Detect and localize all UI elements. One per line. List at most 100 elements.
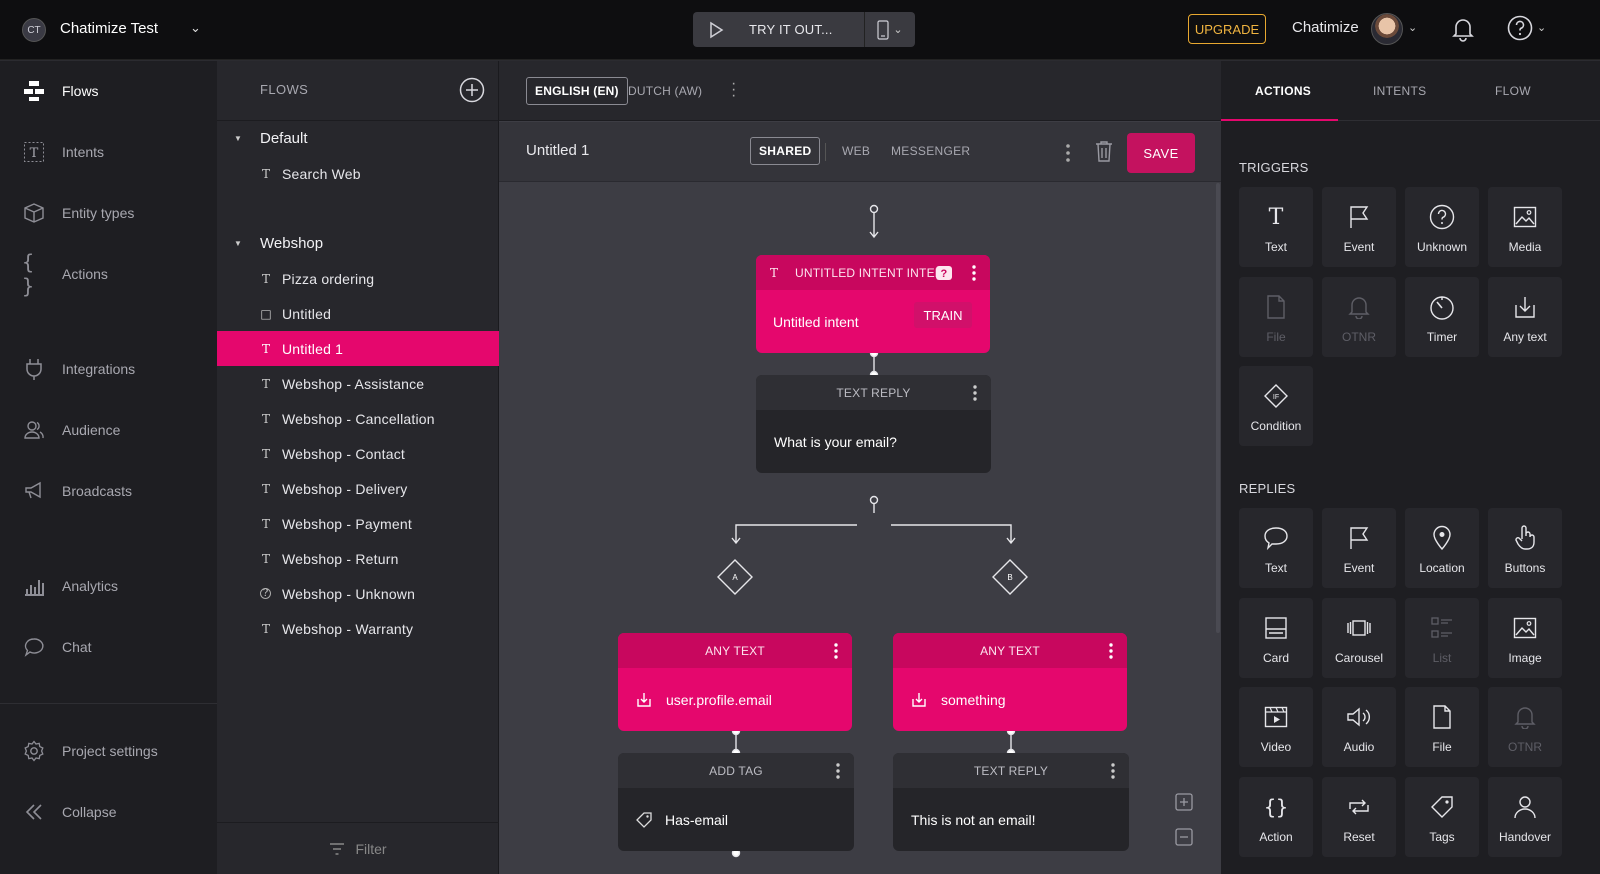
caret-down-icon[interactable]: ▼ xyxy=(234,239,242,248)
zoom-in-icon[interactable] xyxy=(1175,793,1193,811)
flow-item[interactable]: T Webshop - Contact xyxy=(217,436,499,471)
reply-text[interactable]: Text xyxy=(1239,508,1313,588)
intent-node[interactable]: T UNTITLED INTENT INTENT ? Untitled inte… xyxy=(756,255,990,353)
flow-item[interactable]: T Webshop - Payment xyxy=(217,506,499,541)
project-chevron-down-icon[interactable]: ⌄ xyxy=(190,20,201,36)
try-it-out-button[interactable]: TRY IT OUT... xyxy=(693,12,865,47)
project-avatar[interactable]: CT xyxy=(22,18,46,42)
channel-tab-web[interactable]: WEB xyxy=(834,137,878,165)
reply-carousel[interactable]: Carousel xyxy=(1322,598,1396,678)
text-reply-node[interactable]: TEXT REPLY This is not an email! xyxy=(893,753,1129,851)
flow-item[interactable]: T Webshop - Return xyxy=(217,541,499,576)
node-more-icon[interactable] xyxy=(1109,643,1113,659)
channel-tab-messenger[interactable]: MESSENGER xyxy=(883,137,978,165)
nav-item-actions[interactable]: { } Actions xyxy=(0,250,217,298)
reply-buttons[interactable]: Buttons xyxy=(1488,508,1562,588)
node-more-icon[interactable] xyxy=(836,763,840,779)
flow-item[interactable]: T Webshop - Assistance xyxy=(217,366,499,401)
flow-item[interactable]: T Search Web xyxy=(217,156,499,191)
any-text-node-b[interactable]: ANY TEXT something xyxy=(893,633,1127,731)
trigger-media[interactable]: Media xyxy=(1488,187,1562,267)
user-avatar[interactable] xyxy=(1371,13,1403,45)
help-icon[interactable] xyxy=(1506,14,1534,42)
save-button[interactable]: SAVE xyxy=(1127,133,1195,173)
reply-tags[interactable]: Tags xyxy=(1405,777,1479,857)
zoom-out-icon[interactable] xyxy=(1175,828,1193,846)
flow-group-webshop[interactable]: ▼ Webshop xyxy=(217,226,499,261)
more-options-icon[interactable] xyxy=(1066,144,1070,162)
flow-item[interactable]: T Webshop - Cancellation xyxy=(217,401,499,436)
nav-item-integrations[interactable]: Integrations xyxy=(0,349,217,389)
channel-tab-shared[interactable]: SHARED xyxy=(750,137,821,165)
nav-item-chat[interactable]: Chat xyxy=(0,627,217,667)
tab-intents[interactable]: INTENTS xyxy=(1373,84,1426,98)
nav-item-intents[interactable]: T Intents xyxy=(0,132,217,172)
nav-divider xyxy=(0,703,217,704)
reply-video[interactable]: Video xyxy=(1239,687,1313,767)
reply-event[interactable]: Event xyxy=(1322,508,1396,588)
user-name[interactable]: Chatimize xyxy=(1292,19,1359,36)
tile-label: Unknown xyxy=(1416,240,1468,254)
trigger-timer[interactable]: Timer xyxy=(1405,277,1479,357)
upgrade-button[interactable]: UPGRADE xyxy=(1188,14,1266,44)
language-more-icon[interactable]: · · · xyxy=(731,76,736,104)
train-button[interactable]: TRAIN xyxy=(914,302,972,328)
reply-handover[interactable]: Handover xyxy=(1488,777,1562,857)
nav-item-broadcasts[interactable]: Broadcasts xyxy=(0,471,217,511)
text-reply-node[interactable]: TEXT REPLY What is your email? xyxy=(756,375,991,473)
canvas-scrollbar[interactable] xyxy=(1216,183,1220,633)
flow-item[interactable]: ? Webshop - Unknown xyxy=(217,576,499,611)
device-select-button[interactable]: ⌄ xyxy=(865,12,915,47)
reply-action[interactable]: {} Action xyxy=(1239,777,1313,857)
nav-item-analytics[interactable]: Analytics xyxy=(0,566,217,606)
tab-actions[interactable]: ACTIONS xyxy=(1255,84,1311,98)
flow-item[interactable]: T Webshop - Warranty xyxy=(217,611,499,646)
trigger-any-text[interactable]: Any text xyxy=(1488,277,1562,357)
trigger-unknown[interactable]: Unknown xyxy=(1405,187,1479,267)
trigger-event[interactable]: Event xyxy=(1322,187,1396,267)
reply-image[interactable]: Image xyxy=(1488,598,1562,678)
flow-item[interactable]: T Pizza ordering xyxy=(217,261,499,296)
reply-file[interactable]: File xyxy=(1405,687,1479,767)
flow-item-selected[interactable]: T Untitled 1 xyxy=(217,331,499,366)
reply-location[interactable]: Location xyxy=(1405,508,1479,588)
chat-icon xyxy=(22,635,46,659)
flow-title[interactable]: Untitled 1 xyxy=(526,142,589,159)
filter-button[interactable]: Filter xyxy=(217,822,499,874)
user-chevron-down-icon[interactable]: ⌄ xyxy=(1408,21,1417,34)
text-trigger-icon: T xyxy=(261,166,270,181)
node-more-icon[interactable] xyxy=(834,643,838,659)
text-trigger-icon: T xyxy=(261,411,270,426)
nav-item-flows[interactable]: Flows xyxy=(0,71,217,111)
nav-item-project-settings[interactable]: Project settings xyxy=(0,731,217,771)
node-more-icon[interactable] xyxy=(973,385,977,401)
node-more-icon[interactable] xyxy=(972,265,976,281)
reply-audio[interactable]: Audio xyxy=(1322,687,1396,767)
notifications-bell-icon[interactable] xyxy=(1452,16,1474,42)
text-trigger-icon: T xyxy=(261,271,270,286)
branch-b-label: B xyxy=(1007,573,1012,582)
nav-label: Analytics xyxy=(62,578,119,594)
tab-flow[interactable]: FLOW xyxy=(1495,84,1531,98)
reply-reset[interactable]: Reset xyxy=(1322,777,1396,857)
language-tab-english[interactable]: ENGLISH (EN) xyxy=(526,77,628,105)
flow-group-default[interactable]: ▼ Default xyxy=(217,121,499,156)
flow-item[interactable]: T Webshop - Delivery xyxy=(217,471,499,506)
flow-canvas[interactable]: A B T UNTITLED INTENT INTENT ? Untitled … xyxy=(499,183,1221,874)
any-text-node-a[interactable]: ANY TEXT user.profile.email xyxy=(618,633,852,731)
reply-card[interactable]: Card xyxy=(1239,598,1313,678)
language-tab-dutch[interactable]: DUTCH (AW) xyxy=(620,77,710,105)
nav-item-audience[interactable]: Audience xyxy=(0,410,217,450)
trigger-condition[interactable]: IF Condition xyxy=(1239,366,1313,446)
nav-item-collapse[interactable]: Collapse xyxy=(0,792,217,832)
add-tag-node[interactable]: ADD TAG Has-email xyxy=(618,753,854,851)
nav-item-entity-types[interactable]: Entity types xyxy=(0,193,217,233)
trigger-text[interactable]: T Text xyxy=(1239,187,1313,267)
caret-down-icon[interactable]: ▼ xyxy=(234,134,242,143)
delete-trash-icon[interactable] xyxy=(1095,140,1113,162)
node-more-icon[interactable] xyxy=(1111,763,1115,779)
flow-item[interactable]: □ Untitled xyxy=(217,296,499,331)
add-flow-plus-icon[interactable] xyxy=(459,77,485,103)
help-chevron-down-icon[interactable]: ⌄ xyxy=(1537,21,1546,34)
project-name[interactable]: Chatimize Test xyxy=(60,20,158,37)
